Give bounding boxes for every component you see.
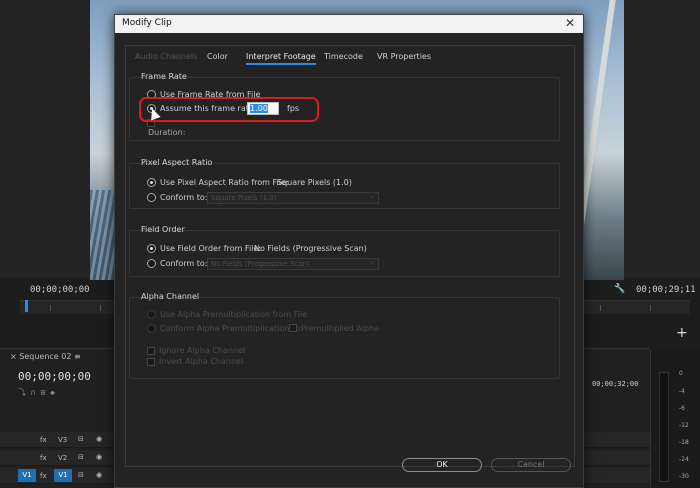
sync-icon[interactable]: ⊟ (78, 453, 84, 461)
duration-label: Duration: (148, 128, 186, 137)
lock-icon[interactable]: fx (40, 454, 47, 462)
eye-icon[interactable]: ◉ (96, 453, 102, 461)
meter-label: 0 (679, 370, 683, 377)
premultiplied-alpha-label: Premultiplied Alpha (301, 324, 379, 333)
ignore-alpha-label: Ignore Alpha Channel (159, 346, 246, 355)
conform-par-label: Conform to: (160, 193, 208, 202)
sequence-timecode[interactable]: 00;00;00;00 (18, 370, 91, 383)
frame-rate-highlight-annotation (139, 97, 319, 122)
conform-alpha-premult-label: Conform Alpha Premultiplication to: (160, 324, 303, 333)
field-order-from-file-value: No Fields (Progressive Scan) (254, 244, 367, 253)
alpha-channel-title: Alpha Channel (141, 292, 200, 301)
eye-icon[interactable]: ◉ (96, 435, 102, 443)
modify-clip-dialog: Modify Clip ✕ Audio Channels Color Inter… (114, 14, 584, 488)
eye-icon[interactable]: ◉ (96, 471, 102, 479)
pixel-aspect-title: Pixel Aspect Ratio (141, 158, 213, 167)
conform-field-order-dropdown[interactable]: No Fields (Progressive Scan) (207, 257, 379, 270)
frame-rate-title: Frame Rate (141, 72, 187, 81)
use-alpha-premult-radio[interactable] (147, 310, 156, 319)
tab-interpret-footage[interactable]: Interpret Footage (246, 52, 316, 65)
dialog-titlebar[interactable]: Modify Clip ✕ (115, 15, 583, 33)
close-icon[interactable]: ✕ (565, 16, 575, 30)
track-label[interactable]: V1 (54, 469, 72, 482)
playhead[interactable] (25, 300, 28, 312)
use-field-order-from-file-label: Use Field Order from File: (160, 244, 262, 253)
invert-alpha-label: Invert Alpha Channel (159, 357, 244, 366)
lock-icon[interactable]: fx (40, 436, 47, 444)
right-panel (624, 0, 700, 278)
add-button-icon[interactable]: + (676, 325, 688, 341)
sync-icon[interactable]: ⊟ (78, 471, 84, 479)
meter-bar (659, 372, 669, 482)
meter-label: -6 (679, 405, 685, 412)
use-field-order-from-file-radio[interactable] (147, 244, 156, 253)
conform-field-order-radio[interactable] (147, 259, 156, 268)
track-label: V2 (58, 454, 68, 462)
conform-par-radio[interactable] (147, 193, 156, 202)
sequence-tab[interactable]: × Sequence 02 ≡ (10, 352, 81, 361)
tab-color[interactable]: Color (207, 52, 228, 61)
use-alpha-premult-label: Use Alpha Premultiplication from File (160, 310, 308, 319)
meter-label: -18 (679, 439, 689, 446)
dialog-tabs: Audio Channels Color Interpret Footage T… (125, 52, 575, 68)
par-from-file-value: Square Pixels (1.0) (277, 178, 352, 187)
field-order-title: Field Order (141, 225, 185, 234)
program-timecode-current[interactable]: 00;00;00;00 (30, 285, 90, 295)
meter-label: -4 (679, 388, 685, 395)
invert-alpha-checkbox[interactable] (147, 358, 155, 366)
conform-alpha-premult-radio[interactable] (147, 324, 156, 333)
wrench-icon[interactable]: 🔧 (614, 284, 625, 294)
lock-icon[interactable]: fx (40, 472, 47, 480)
use-par-from-file-label: Use Pixel Aspect Ratio from File: (160, 178, 289, 187)
conform-par-dropdown[interactable]: Square Pixels (1.0) (207, 191, 379, 204)
use-par-from-file-radio[interactable] (147, 178, 156, 187)
program-timecode-duration: 00;00;29;11 (636, 285, 696, 295)
premultiplied-alpha-checkbox[interactable] (289, 324, 297, 332)
meter-label: -30 (679, 473, 689, 480)
ok-button[interactable]: OK (402, 458, 482, 472)
tab-timecode[interactable]: Timecode (324, 52, 363, 61)
source-patch-v1[interactable]: V1 (18, 469, 36, 482)
timeline-tools-icons[interactable]: ⤵ ∩ ⊞ ◆ (18, 387, 55, 398)
left-panel (0, 0, 90, 278)
conform-field-order-label: Conform to: (160, 259, 208, 268)
track-label: V3 (58, 436, 68, 444)
timeline-ruler-timecode: 00;00;32;00 (592, 380, 639, 388)
cancel-button[interactable]: Cancel (491, 458, 571, 472)
premiere-workspace: 00;00;00;00 00;00;29;11 🔧 + × Sequence 0… (0, 0, 700, 488)
meter-label: -24 (679, 456, 689, 463)
audio-meter: 0 -4 -6 -12 -18 -24 -30 (650, 350, 700, 488)
sync-icon[interactable]: ⊟ (78, 435, 84, 443)
meter-label: -12 (679, 422, 689, 429)
tab-audio-channels[interactable]: Audio Channels (135, 52, 197, 61)
dialog-title: Modify Clip (122, 18, 172, 28)
tab-vr-properties[interactable]: VR Properties (377, 52, 431, 61)
ignore-alpha-checkbox[interactable] (147, 347, 155, 355)
